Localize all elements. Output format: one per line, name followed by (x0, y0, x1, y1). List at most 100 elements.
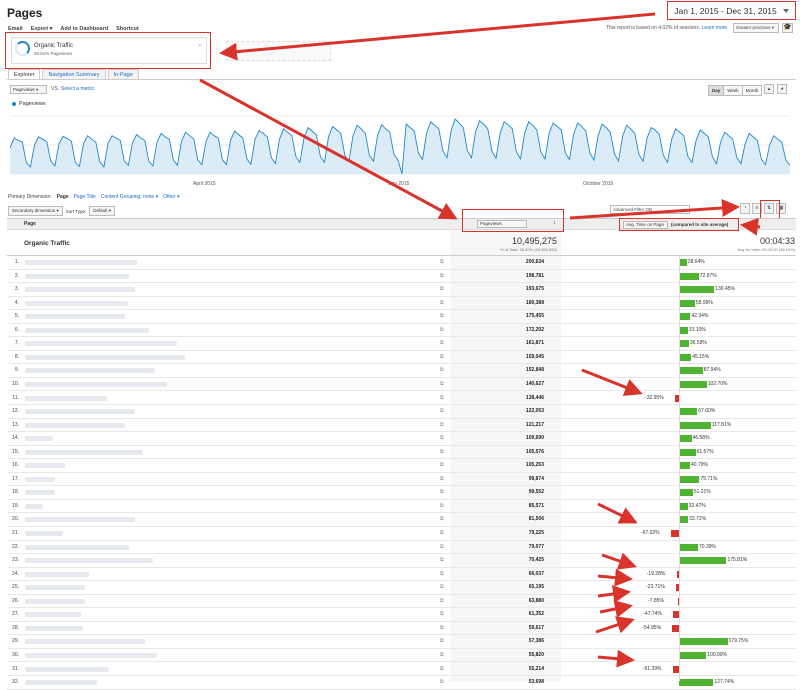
redacted-page-path[interactable] (25, 571, 89, 577)
table-row[interactable]: 29. ⧉ 57,386 179.75% (7, 635, 796, 649)
redacted-page-path[interactable] (25, 341, 177, 347)
metric-select[interactable]: Pageviews ▾ (10, 85, 47, 94)
external-link-icon[interactable]: ⧉ (440, 516, 444, 522)
redacted-page-path[interactable] (25, 517, 135, 523)
external-link-icon[interactable]: ⧉ (440, 625, 444, 631)
range-week-button[interactable]: Week (723, 85, 743, 96)
redacted-page-path[interactable] (25, 368, 155, 374)
table-row[interactable]: 27. ⧉ 61,352 -47.74% (7, 608, 796, 622)
table-row[interactable]: 12. ⧉ 122,053 67.60% (7, 405, 796, 419)
table-row[interactable]: 25. ⧉ 65,195 -23.71% (7, 581, 796, 595)
redacted-page-path[interactable] (25, 585, 85, 591)
external-link-icon[interactable]: ⧉ (440, 408, 444, 414)
external-link-icon[interactable]: ⧉ (440, 435, 444, 441)
redacted-page-path[interactable] (25, 639, 145, 645)
table-row[interactable]: 16. ⧉ 105,253 40.79% (7, 459, 796, 473)
line-chart-icon[interactable]: ▴ (764, 84, 774, 94)
external-link-icon[interactable]: ⧉ (440, 340, 444, 346)
external-link-icon[interactable]: ⧉ (440, 638, 444, 644)
dimension-content-grouping[interactable]: Content Grouping: none ▾ (101, 194, 158, 200)
table-row[interactable]: 23. ⧉ 70,425 175.81% (7, 554, 796, 568)
external-link-icon[interactable]: ⧉ (440, 584, 444, 590)
table-row[interactable]: 21. ⧉ 79,225 -67.02% (7, 527, 796, 541)
external-link-icon[interactable]: ⧉ (440, 666, 444, 672)
avg-time-column-select[interactable]: Avg. Time on Page (623, 221, 668, 229)
external-link-icon[interactable]: ⧉ (440, 530, 444, 536)
redacted-page-path[interactable] (25, 544, 129, 550)
external-link-icon[interactable]: ⧉ (440, 354, 444, 360)
learn-more-link[interactable]: Learn more (702, 25, 728, 31)
external-link-icon[interactable]: ⧉ (440, 367, 444, 373)
redacted-page-path[interactable] (25, 625, 83, 631)
redacted-page-path[interactable] (25, 381, 167, 387)
external-link-icon[interactable]: ⧉ (440, 313, 444, 319)
redacted-page-path[interactable] (25, 558, 153, 564)
external-link-icon[interactable]: ⧉ (440, 273, 444, 279)
table-row[interactable]: 9. ⧉ 152,848 87.94% (7, 364, 796, 378)
redacted-page-path[interactable] (25, 463, 65, 469)
redacted-page-path[interactable] (25, 652, 157, 658)
dimension-page-title[interactable]: Page Title (74, 194, 96, 200)
add-segment-slot[interactable] (226, 41, 331, 61)
select-metric-link[interactable]: Select a metric (61, 86, 94, 92)
redacted-page-path[interactable] (25, 503, 43, 509)
redacted-page-path[interactable] (25, 314, 125, 320)
external-link-icon[interactable]: ⧉ (440, 557, 444, 563)
sort-arrow-icon[interactable]: ↓ (553, 220, 556, 226)
external-link-icon[interactable]: ⧉ (440, 652, 444, 658)
table-row[interactable]: 6. ⧉ 172,202 33.10% (7, 324, 796, 338)
redacted-page-path[interactable] (25, 666, 109, 672)
redacted-page-path[interactable] (25, 260, 137, 265)
range-month-button[interactable]: Month (741, 85, 763, 96)
sort-type-select[interactable]: Default ▾ (89, 206, 116, 216)
table-row[interactable]: 24. ⧉ 66,037 -19.28% (7, 568, 796, 582)
chevron-down-icon[interactable]: ⌄ (197, 40, 203, 48)
table-row[interactable]: 28. ⧉ 59,617 -54.95% (7, 622, 796, 636)
table-row[interactable]: 11. ⧉ 138,446 -32.95% (7, 392, 796, 405)
external-link-icon[interactable]: ⧉ (440, 449, 444, 455)
external-link-icon[interactable]: ⧉ (440, 327, 444, 333)
external-link-icon[interactable]: ⧉ (440, 300, 444, 306)
graduation-cap-icon[interactable]: 🎓 (782, 23, 793, 33)
external-link-icon[interactable]: ⧉ (440, 422, 444, 428)
redacted-page-path[interactable] (25, 449, 143, 455)
table-row[interactable]: 13. ⧉ 121,217 117.81% (7, 419, 796, 433)
redacted-page-path[interactable] (25, 327, 149, 333)
table-row[interactable]: 4. ⧉ 180,388 58.99% (7, 297, 796, 311)
table-row[interactable]: 5. ⧉ 175,455 42.34% (7, 310, 796, 324)
redacted-page-path[interactable] (25, 354, 185, 360)
table-row[interactable]: 3. ⧉ 193,675 130.45% (7, 283, 796, 297)
precision-select[interactable]: Greater precision ▾ (733, 23, 779, 33)
redacted-page-path[interactable] (25, 476, 55, 482)
external-link-icon[interactable]: ⧉ (440, 489, 444, 495)
external-link-icon[interactable]: ⧉ (440, 395, 444, 401)
table-row[interactable]: 17. ⧉ 99,874 75.71% (7, 473, 796, 487)
external-link-icon[interactable]: ⧉ (440, 462, 444, 468)
table-row[interactable]: 30. ⧉ 55,820 100.99% (7, 649, 796, 663)
redacted-page-path[interactable] (25, 273, 129, 279)
external-link-icon[interactable]: ⧉ (440, 259, 444, 265)
redacted-page-path[interactable] (25, 287, 135, 293)
table-row[interactable]: 10. ⧉ 140,627 102.70% (7, 378, 796, 392)
external-link-icon[interactable]: ⧉ (440, 503, 444, 509)
table-row[interactable]: 14. ⧉ 109,690 46.58% (7, 432, 796, 446)
redacted-page-path[interactable] (25, 531, 63, 536)
redacted-page-path[interactable] (25, 490, 55, 496)
table-row[interactable]: 18. ⧉ 99,552 51.21% (7, 486, 796, 500)
redacted-page-path[interactable] (25, 436, 53, 442)
page-column-header[interactable]: Page (24, 221, 36, 227)
table-row[interactable]: 7. ⧉ 161,871 36.59% (7, 337, 796, 351)
external-link-icon[interactable]: ⧉ (440, 286, 444, 292)
dimension-other[interactable]: Other ▾ (163, 194, 179, 200)
table-row[interactable]: 20. ⧉ 81,506 33.72% (7, 513, 796, 527)
table-row[interactable]: 15. ⧉ 105,576 61.57% (7, 446, 796, 460)
external-link-icon[interactable]: ⧉ (440, 544, 444, 550)
table-row[interactable]: 2. ⧉ 198,781 72.97% (7, 270, 796, 284)
redacted-page-path[interactable] (25, 409, 135, 415)
external-link-icon[interactable]: ⧉ (440, 679, 444, 685)
motion-chart-icon[interactable]: ◕ (777, 84, 787, 94)
table-row[interactable]: 26. ⧉ 63,880 -7.85% (7, 595, 796, 609)
redacted-page-path[interactable] (25, 395, 107, 401)
external-link-icon[interactable]: ⧉ (440, 476, 444, 482)
table-row[interactable]: 1. ⧉ 200,634 28.64% (7, 256, 796, 270)
